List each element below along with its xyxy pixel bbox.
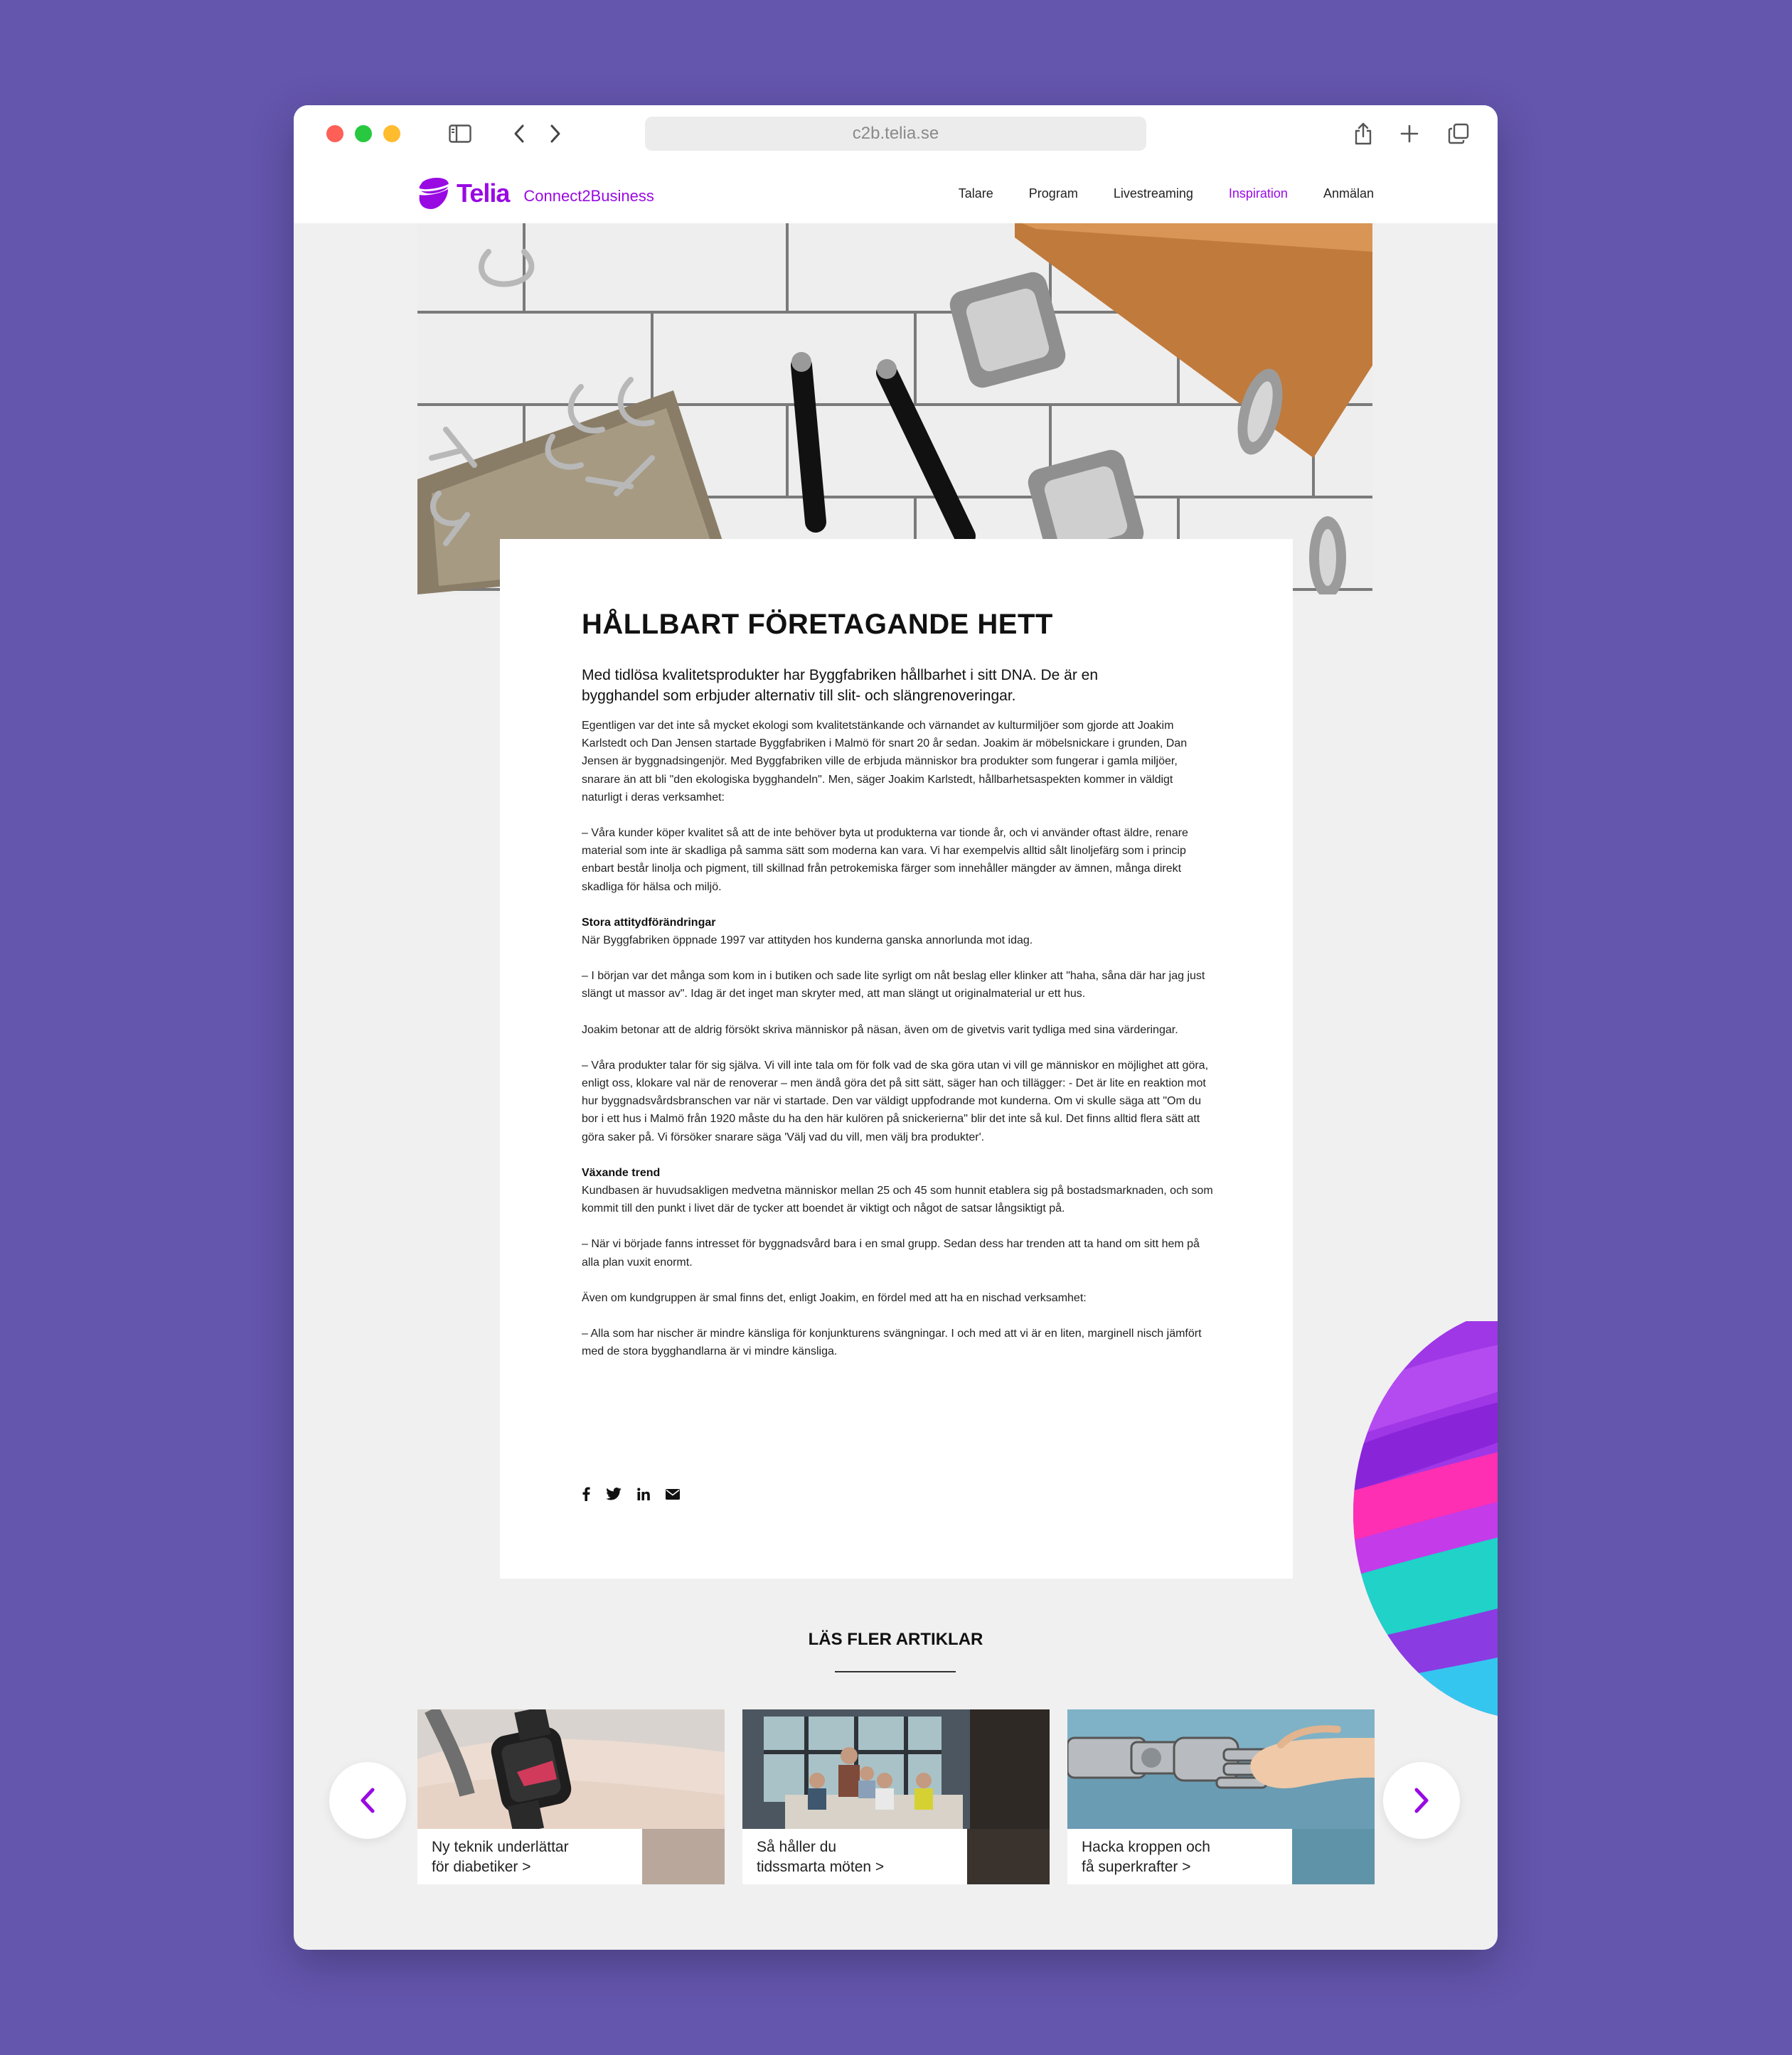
article-card: HÅLLBART FÖRETAGANDE HETT Med tidlösa kv…: [500, 539, 1293, 1579]
share-icon[interactable]: [1349, 119, 1377, 148]
card-title-line1: Så håller du: [757, 1839, 837, 1855]
article-paragraph: Joakim betonar att de aldrig försökt skr…: [582, 1023, 1178, 1036]
card-title-line2: för diabetiker >: [432, 1859, 531, 1875]
article-paragraph: – I början var det många som kom in i bu…: [582, 970, 1205, 1000]
card-title-line2: få superkrafter >: [1082, 1859, 1191, 1875]
article-paragraph: Egentligen var det inte så mycket ekolog…: [582, 720, 1188, 804]
article-lead: Med tidlösa kvalitetsprodukter har Byggf…: [582, 667, 1099, 704]
article-paragraph: – När vi började fanns intresset för byg…: [582, 1238, 1200, 1269]
logo-subtitle: Connect2Business: [523, 187, 654, 205]
address-bar[interactable]: c2b.telia.se: [645, 117, 1146, 151]
carousel-prev-button[interactable]: [329, 1762, 406, 1839]
nav-item-program[interactable]: Program: [1029, 186, 1078, 201]
article-card-diabetes[interactable]: Ny teknik underlättar för diabetiker >: [417, 1709, 725, 1884]
card-image-strip: [967, 1829, 1050, 1884]
nav-item-inspiration[interactable]: Inspiration: [1229, 186, 1288, 201]
card-image-smartwatch: [417, 1709, 725, 1829]
close-window-button[interactable]: [326, 125, 343, 142]
card-caption: Ny teknik underlättar för diabetiker >: [417, 1829, 642, 1884]
article-title: HÅLLBART FÖRETAGANDE HETT: [582, 609, 1053, 640]
sidebar-toggle-icon[interactable]: [446, 119, 474, 148]
mail-icon[interactable]: [666, 1488, 680, 1503]
card-title[interactable]: Ny teknik underlättar för diabetiker >: [432, 1837, 631, 1877]
nav-item-talare[interactable]: Talare: [959, 186, 993, 201]
article-paragraph: Även om kundgruppen är smal finns det, e…: [582, 1291, 1087, 1304]
nav-item-anmalan[interactable]: Anmälan: [1323, 186, 1374, 201]
site-header: Telia Connect2Business Talare Program Li…: [294, 164, 1498, 223]
article-body: Egentligen var det inte så mycket ekolog…: [582, 717, 1215, 1378]
article-paragraph: – Våra kunder köper kvalitet så att de i…: [582, 827, 1188, 893]
tabs-overview-icon[interactable]: [1444, 119, 1473, 148]
card-image-meeting: [742, 1709, 1050, 1829]
article-paragraph: – Våra produkter talar för sig själva. V…: [582, 1059, 1209, 1143]
article-paragraph: Kundbasen är huvudsakligen medvetna männ…: [582, 1185, 1213, 1215]
new-tab-icon[interactable]: [1395, 119, 1424, 148]
main-nav: Talare Program Livestreaming Inspiration…: [959, 164, 1374, 223]
article-paragraph: När Byggfabriken öppnade 1997 var attity…: [582, 934, 1033, 947]
telia-pebble-icon: [417, 178, 450, 209]
article-card-meetings[interactable]: Så håller du tidssmarta möten >: [742, 1709, 1050, 1884]
card-title[interactable]: Hacka kroppen och få superkrafter >: [1082, 1837, 1281, 1877]
share-bar: [582, 1487, 680, 1505]
minimize-window-button[interactable]: [383, 125, 400, 142]
facebook-icon[interactable]: [582, 1487, 590, 1505]
article-subheading: Stora attitydförändringar: [582, 916, 716, 929]
twitter-icon[interactable]: [606, 1488, 622, 1504]
article-paragraph: – Alla som har nischer är mindre känslig…: [582, 1328, 1202, 1358]
chevron-left-icon: [361, 1788, 375, 1813]
back-icon[interactable]: [505, 119, 533, 148]
carousel-next-button[interactable]: [1383, 1762, 1460, 1839]
nav-item-livestreaming[interactable]: Livestreaming: [1114, 186, 1193, 201]
card-title-line2: tidssmarta möten >: [757, 1859, 885, 1875]
article-section: Växande trend Kundbasen är huvudsakligen …: [582, 1164, 1215, 1218]
maximize-window-button[interactable]: [355, 125, 372, 142]
telia-pebble-decoration: [1353, 1321, 1498, 1719]
browser-toolbar: c2b.telia.se: [294, 105, 1498, 164]
card-caption: Hacka kroppen och få superkrafter >: [1067, 1829, 1292, 1884]
url-text: c2b.telia.se: [852, 124, 939, 143]
browser-window: c2b.telia.se Telia Connect2Business Tala…: [294, 105, 1498, 1950]
card-caption: Så håller du tidssmarta möten >: [742, 1829, 967, 1884]
heading-underline: [835, 1671, 956, 1672]
card-image-robot-hand: [1067, 1709, 1375, 1829]
card-title[interactable]: Så håller du tidssmarta möten >: [757, 1837, 956, 1877]
telia-logo[interactable]: Telia Connect2Business: [417, 174, 654, 213]
card-title-line1: Ny teknik underlättar: [432, 1839, 569, 1855]
card-image-strip: [1292, 1829, 1375, 1884]
logo-wordmark: Telia: [457, 178, 510, 208]
more-articles-heading: LÄS FLER ARTIKLAR: [808, 1630, 983, 1649]
article-card-superpowers[interactable]: Hacka kroppen och få superkrafter >: [1067, 1709, 1375, 1884]
card-image-strip: [642, 1829, 725, 1884]
article-section: Stora attitydförändringar När Byggfabrike…: [582, 914, 1215, 949]
article-subheading: Växande trend: [582, 1166, 661, 1179]
card-title-line1: Hacka kroppen och: [1082, 1839, 1210, 1855]
forward-icon[interactable]: [541, 119, 570, 148]
chevron-right-icon: [1414, 1788, 1429, 1813]
linkedin-icon[interactable]: [637, 1488, 650, 1504]
